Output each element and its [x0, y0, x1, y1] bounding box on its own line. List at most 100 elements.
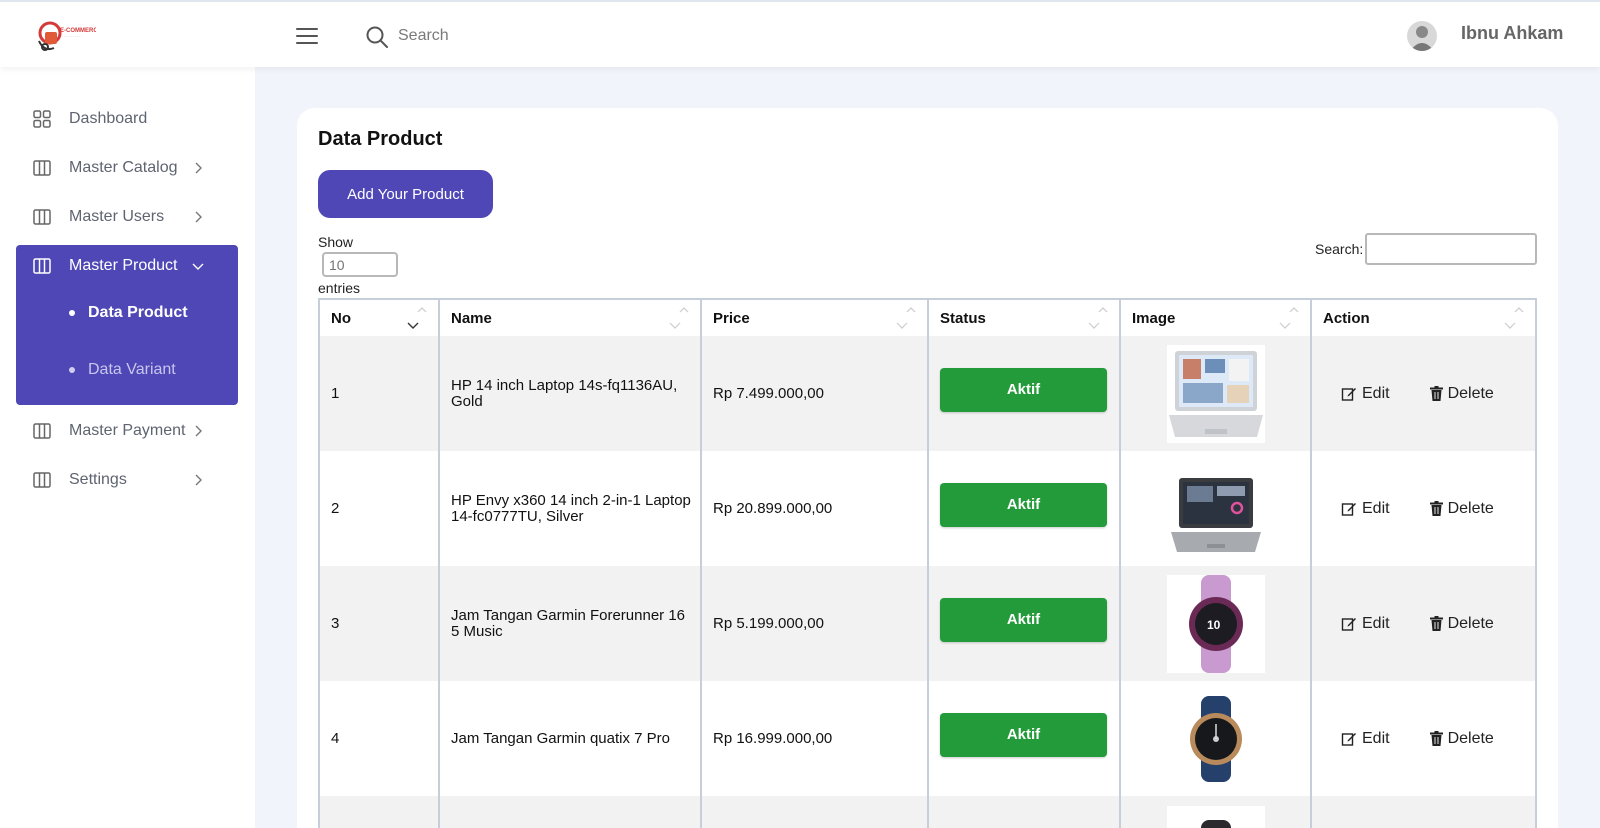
edit-icon — [1341, 732, 1356, 746]
sidebar-item-master-product[interactable]: Master Product — [16, 244, 238, 288]
global-search-input[interactable] — [398, 22, 698, 50]
table-row: 3 Jam Tangan Garmin Forerunner 165 Music… — [320, 566, 1535, 681]
laptop-image[interactable] — [1167, 344, 1265, 443]
columns-icon — [33, 258, 51, 274]
status-badge[interactable]: Aktif — [940, 712, 1107, 757]
smartwatch-pink-image[interactable]: 10 — [1167, 574, 1265, 673]
column-header-price[interactable]: Price — [702, 300, 929, 336]
trash-icon — [1429, 731, 1443, 746]
edit-icon — [1341, 617, 1356, 631]
chevron-down-icon — [192, 263, 204, 270]
table-row: 2 HP Envy x360 14 inch 2-in-1 Laptop 14-… — [320, 451, 1535, 566]
sidebar-item-master-catalog[interactable]: Master Catalog — [16, 146, 238, 190]
product-image[interactable] — [1167, 806, 1265, 828]
product-name: Jam Tangan Garmin Forerunner 165 Music — [451, 606, 686, 640]
sidebar-item-master-users[interactable]: Master Users — [16, 195, 238, 239]
delete-label: Delete — [1447, 614, 1494, 632]
search-icon[interactable] — [365, 25, 389, 49]
cell-no: 1 — [320, 336, 440, 451]
column-header-status[interactable]: Status — [929, 300, 1121, 336]
svg-text:10: 10 — [1207, 618, 1221, 632]
product-name: HP 14 inch Laptop 14s-fq1136AU, Gold — [451, 376, 678, 410]
edit-label: Edit — [1362, 614, 1390, 632]
sort-icon[interactable] — [406, 306, 428, 330]
column-header-label: No — [331, 309, 351, 327]
sort-icon[interactable] — [1087, 306, 1109, 330]
columns-icon — [33, 472, 51, 488]
add-product-button[interactable]: Add Your Product — [318, 170, 493, 218]
cell-price: Rp 7.499.000,00 — [702, 336, 929, 451]
delete-button[interactable]: Delete — [1429, 499, 1494, 518]
svg-text:· · · · · · · · · ·: · · · · · · · · · · — [62, 35, 82, 39]
column-header-image[interactable]: Image — [1121, 300, 1312, 336]
sidebar-subitem-data-variant[interactable]: Data Variant — [16, 352, 238, 388]
delete-button[interactable]: Delete — [1429, 385, 1494, 403]
sort-icon[interactable] — [1503, 306, 1525, 330]
trash-icon — [1429, 386, 1443, 401]
ecommerce-logo[interactable]: E-COMMERCE · · · · · · · · · · — [36, 16, 102, 56]
sidebar-item-label: Dashboard — [69, 110, 148, 127]
cell-image — [1121, 796, 1312, 828]
sort-icon[interactable] — [668, 306, 690, 330]
sidebar-item-label: Master Payment — [69, 422, 186, 439]
cell-name: HP 14 inch Laptop 14s-fq1136AU, Gold — [440, 336, 702, 451]
cell-price — [702, 796, 929, 828]
laptop-dark-image[interactable] — [1167, 459, 1265, 558]
bullet-icon — [69, 310, 75, 316]
sidebar-item-label: Master Users — [69, 208, 165, 225]
chevron-right-icon — [195, 474, 202, 486]
sidebar: Dashboard Master Catalog Master Users Ma… — [0, 67, 255, 828]
cell-status: Aktif — [929, 336, 1121, 451]
delete-label: Delete — [1447, 499, 1494, 517]
cell-price: Rp 16.999.000,00 — [702, 681, 929, 796]
table-search-input[interactable] — [1365, 233, 1537, 265]
entries-label: entries — [318, 280, 361, 296]
cell-price: Rp 20.899.000,00 — [702, 451, 929, 566]
cell-no: 3 — [320, 566, 440, 681]
column-header-name[interactable]: Name — [440, 300, 702, 336]
edit-button[interactable]: Edit — [1341, 385, 1390, 403]
cell-image: 10 — [1121, 566, 1312, 681]
delete-button[interactable]: Delete — [1429, 614, 1494, 633]
user-avatar[interactable] — [1407, 21, 1437, 51]
chevron-right-icon — [195, 425, 202, 437]
cell-image — [1121, 681, 1312, 796]
cell-action: Edit Delete — [1312, 681, 1535, 796]
sort-icon[interactable] — [895, 306, 917, 330]
cell-action — [1312, 796, 1535, 828]
user-name[interactable]: Ibnu Ahkam — [1461, 23, 1563, 44]
sidebar-item-settings[interactable]: Settings — [16, 458, 238, 502]
cell-status: Aktif — [929, 451, 1121, 566]
status-badge[interactable]: Aktif — [940, 367, 1107, 412]
cell-name: Jam Tangan Garmin quatix 7 Pro — [440, 681, 702, 796]
trash-icon — [1429, 501, 1443, 516]
smartwatch-blue-image[interactable] — [1167, 689, 1265, 788]
entries-length-input[interactable] — [322, 252, 398, 277]
menu-toggle-icon[interactable] — [296, 28, 318, 44]
svg-text:E-COMMERCE: E-COMMERCE — [60, 28, 96, 34]
cell-image — [1121, 451, 1312, 566]
cell-action: Edit Delete — [1312, 336, 1535, 451]
status-badge[interactable]: Aktif — [940, 482, 1107, 527]
edit-icon — [1341, 387, 1356, 401]
cell-action: Edit Delete — [1312, 451, 1535, 566]
status-badge[interactable]: Aktif — [940, 597, 1107, 642]
edit-button[interactable]: Edit — [1341, 500, 1390, 518]
sidebar-item-dashboard[interactable]: Dashboard — [16, 97, 238, 141]
data-product-card: Data Product Add Your Product Show entri… — [297, 108, 1558, 828]
cell-status: Aktif — [929, 566, 1121, 681]
sidebar-subitem-label: Data Product — [88, 304, 188, 321]
sidebar-subitem-data-product[interactable]: Data Product — [16, 295, 238, 331]
column-header-no[interactable]: No — [320, 300, 440, 336]
columns-icon — [33, 423, 51, 439]
sort-icon[interactable] — [1278, 306, 1300, 330]
edit-button[interactable]: Edit — [1341, 730, 1390, 748]
edit-label: Edit — [1362, 384, 1390, 402]
sidebar-item-master-payment[interactable]: Master Payment — [16, 409, 238, 453]
column-header-label: Image — [1132, 309, 1176, 327]
product-table: No Name Price Status Image Action 1 HP 1… — [318, 298, 1537, 828]
column-header-action[interactable]: Action — [1312, 300, 1535, 336]
edit-button[interactable]: Edit — [1341, 615, 1390, 633]
delete-button[interactable]: Delete — [1429, 730, 1494, 748]
columns-icon — [33, 160, 51, 176]
